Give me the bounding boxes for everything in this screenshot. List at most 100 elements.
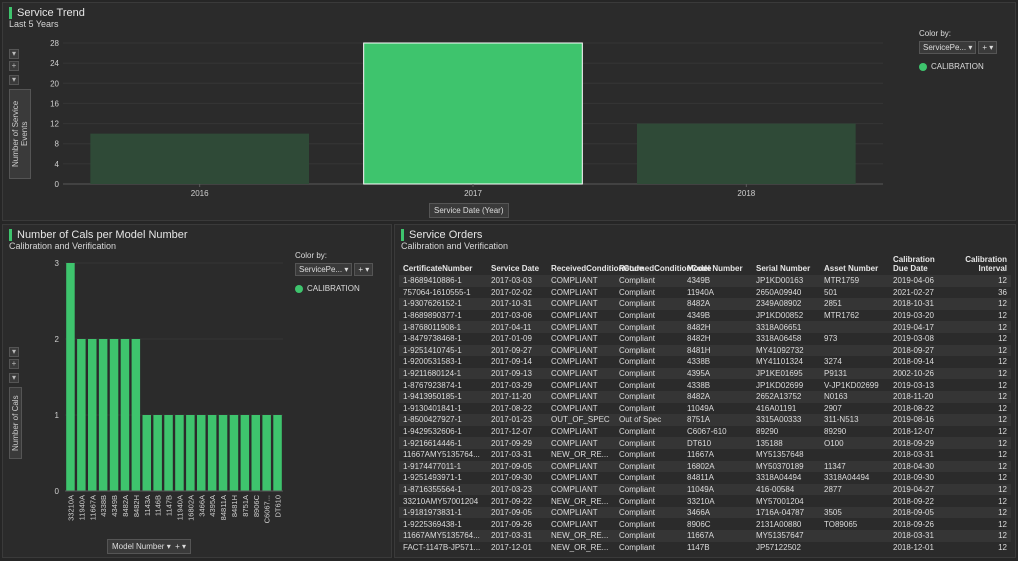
table-cell: 1716A-04787 [752, 506, 820, 519]
color-by-select[interactable]: ServicePe... ▾ [295, 263, 353, 276]
bar[interactable] [196, 415, 206, 491]
table-cell: 8482H [683, 321, 752, 333]
bar[interactable] [240, 415, 250, 491]
table-row[interactable]: 1-8689410886-1 2017-03-03 COMPLIANT Complia… [399, 275, 1011, 287]
bar[interactable] [131, 339, 141, 491]
table-row[interactable]: 1-8689890377-1 2017-03-06 COMPLIANT Complia… [399, 309, 1011, 322]
table-row[interactable]: 1-8767923874-1 2017-03-29 COMPLIANT Complia… [399, 379, 1011, 391]
bar[interactable] [363, 42, 583, 185]
bar[interactable] [251, 415, 261, 491]
table-cell: JP57122502 [752, 541, 820, 554]
service-orders-table[interactable]: CertificateNumber Service Date ReceivedCon… [399, 255, 1011, 554]
bar[interactable] [207, 415, 217, 491]
column-header[interactable]: Asset Number [820, 255, 889, 275]
column-header[interactable]: Serial Number [752, 255, 820, 275]
bar[interactable] [87, 339, 97, 491]
column-header[interactable]: Calibration Due Date [889, 255, 952, 275]
bar[interactable] [229, 415, 239, 491]
cals-per-model-panel: Number of Cals per Model Number Calibrat… [2, 224, 392, 558]
bar[interactable] [218, 415, 228, 491]
cals-x-axis-title[interactable]: Model Number ▾ + ▾ [107, 539, 192, 554]
table-cell [820, 344, 889, 357]
trend-x-axis-title[interactable]: Service Date (Year) [429, 203, 509, 218]
axis-add-button[interactable]: + [9, 61, 19, 71]
table-row[interactable]: FACT-1147B-JP571... 2017-12-01 NEW_OR_RE..… [399, 541, 1011, 554]
table-row[interactable]: 11667AMY5135764... 2017-03-31 NEW_OR_RE...… [399, 530, 1011, 542]
table-row[interactable]: 1-9251493971-1 2017-09-30 COMPLIANT Complia… [399, 472, 1011, 484]
table-cell: 4349B [683, 309, 752, 322]
table-row[interactable]: 1-9307626152-1 2017-10-31 COMPLIANT Complia… [399, 298, 1011, 310]
chevron-down-icon: ▾ [344, 265, 349, 274]
table-row[interactable]: 757064-1610555-1 2017-02-02 COMPLIANT Compl… [399, 286, 1011, 299]
table-row[interactable]: 1-8500427927-1 2017-01-23 OUT_OF_SPEC Out o… [399, 414, 1011, 426]
table-cell: N0163 [820, 390, 889, 403]
table-row[interactable]: 1-9174477011-1 2017-09-05 COMPLIANT Complia… [399, 460, 1011, 473]
bar[interactable] [98, 339, 108, 491]
column-header[interactable]: ReceivedConditionCode [547, 255, 643, 275]
bar[interactable] [90, 133, 309, 184]
table-row[interactable]: 1-9225369438-1 2017-09-26 COMPLIANT Complia… [399, 518, 1011, 531]
table-row[interactable]: 1-9216614446-1 2017-09-29 COMPLIANT Complia… [399, 437, 1011, 449]
table-row[interactable]: 1-9251410745-1 2017-09-27 COMPLIANT Complia… [399, 344, 1011, 357]
table-cell: Compliant [615, 367, 683, 380]
bar[interactable] [77, 339, 86, 491]
table-row[interactable]: 1-8479738468-1 2017-01-09 COMPLIANT Complia… [399, 332, 1011, 345]
table-cell: 2017-09-13 [487, 367, 547, 380]
trend-legend[interactable]: CALIBRATION [919, 62, 997, 71]
table-row[interactable]: 1-9181973831-1 2017-09-05 COMPLIANT Complia… [399, 506, 1011, 519]
color-by-select[interactable]: ServicePe... ▾ [919, 41, 977, 54]
axis-collapse-button[interactable]: ▾ [9, 347, 19, 357]
table-cell: Out of Spec [615, 414, 683, 426]
color-by-add-button[interactable]: + ▾ [978, 41, 998, 54]
table-cell: 2017-09-26 [487, 518, 547, 531]
y-tick-label: 4 [55, 160, 60, 169]
trend-y-axis-title[interactable]: Number of Service Events [9, 89, 31, 179]
table-cell: 2877 [820, 483, 889, 496]
axis-add-button[interactable]: + [9, 359, 19, 369]
bar[interactable] [142, 415, 152, 491]
axis-dropdown-button[interactable]: ▾ [9, 75, 19, 85]
table-row[interactable]: 1-9130401841-1 2017-08-22 COMPLIANT Complia… [399, 402, 1011, 415]
cals-y-axis-title[interactable]: Number of Cals [9, 387, 22, 459]
table-cell: 2017-03-23 [487, 483, 547, 496]
table-row[interactable]: 1-8716355564-1 2017-03-23 COMPLIANT Complia… [399, 483, 1011, 496]
x-tick-label: 11940A [77, 495, 86, 520]
column-header[interactable]: CertificateNumber [399, 255, 487, 275]
bar[interactable] [66, 263, 75, 491]
table-cell: 2018-09-05 [889, 506, 952, 519]
column-header[interactable]: Calibration Interval [952, 255, 1011, 275]
x-tick-label: 11940A [175, 495, 184, 520]
column-header[interactable]: Model Number [683, 255, 752, 275]
bar[interactable] [262, 415, 271, 491]
table-row[interactable]: 11667AMY5135764... 2017-03-31 NEW_OR_RE...… [399, 448, 1011, 461]
table-cell: FACT-1147B-JP571... [399, 541, 487, 554]
table-row[interactable]: 1-9429532606-1 2017-12-07 COMPLIANT Complia… [399, 425, 1011, 438]
table-cell: 2002-10-26 [889, 367, 952, 380]
table-cell: 1-9181973831-1 [399, 506, 487, 519]
bar[interactable] [164, 415, 173, 491]
table-row[interactable]: 1-8768011908-1 2017-04-11 COMPLIANT Complia… [399, 321, 1011, 333]
bar[interactable] [186, 415, 195, 491]
bar[interactable] [109, 339, 119, 491]
table-cell: 501 [820, 286, 889, 299]
table-cell: 11347 [820, 460, 889, 473]
table-cell: MTR1762 [820, 309, 889, 322]
bar[interactable] [273, 415, 282, 491]
bar[interactable] [637, 123, 856, 184]
bar[interactable] [175, 415, 184, 491]
column-header[interactable]: ReturnedConditionCode [615, 255, 711, 275]
bar[interactable] [120, 339, 130, 491]
cals-legend[interactable]: CALIBRATION [295, 284, 373, 293]
axis-dropdown-button[interactable]: ▾ [9, 373, 19, 383]
table-row[interactable]: 1-9200531583-1 2017-09-14 COMPLIANT Complia… [399, 356, 1011, 368]
axis-collapse-button[interactable]: ▾ [9, 49, 19, 59]
bar[interactable] [153, 415, 162, 491]
y-tick-label: 8 [55, 140, 60, 149]
column-header[interactable]: Service Date [487, 255, 547, 275]
table-row[interactable]: 1-9211680124-1 2017-09-13 COMPLIANT Complia… [399, 367, 1011, 380]
color-by-add-button[interactable]: + ▾ [354, 263, 374, 276]
table-row[interactable]: 1-9413950185-1 2017-11-20 COMPLIANT Complia… [399, 390, 1011, 403]
table-row[interactable]: 33210AMY57001204 2017-09-22 NEW_OR_RE... Co… [399, 495, 1011, 507]
table-cell: COMPLIANT [547, 390, 615, 403]
table-cell: 12 [952, 518, 1011, 531]
